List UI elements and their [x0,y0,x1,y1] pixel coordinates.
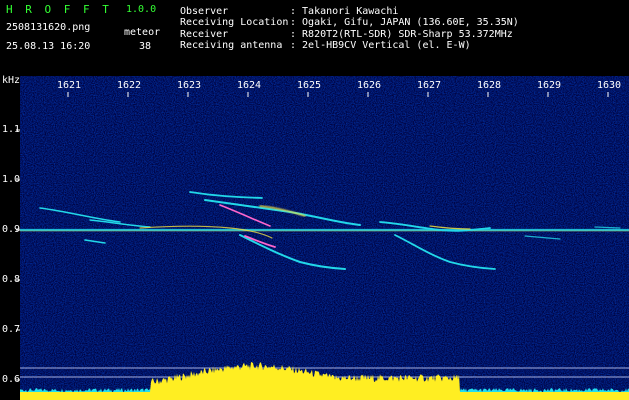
x-tick-label: 1626 [357,80,382,91]
y-tick-label: 0.7 [2,324,21,335]
x-tick-label: 1629 [537,80,562,91]
y-tick-label: 0.6 [2,374,21,385]
x-tick-label: 1623 [177,80,202,91]
x-tick-label: 1625 [297,80,322,91]
x-tick-label: 1621 [57,80,82,91]
noise-floor [20,76,629,400]
y-axis-unit: kHz [2,75,21,86]
spectrogram [0,76,629,400]
y-tick-label: 0.8 [2,274,21,285]
y-tick-label: 0.9 [2,224,21,235]
x-tick-label: 1624 [237,80,262,91]
x-tick-label: 1622 [117,80,142,91]
x-tick-label: 1627 [417,80,442,91]
y-tick-label: 1.1 [2,124,21,135]
y-tick-label: 1.0 [2,174,21,185]
x-tick-label: 1630 [597,80,622,91]
x-tick-label: 1628 [477,80,502,91]
